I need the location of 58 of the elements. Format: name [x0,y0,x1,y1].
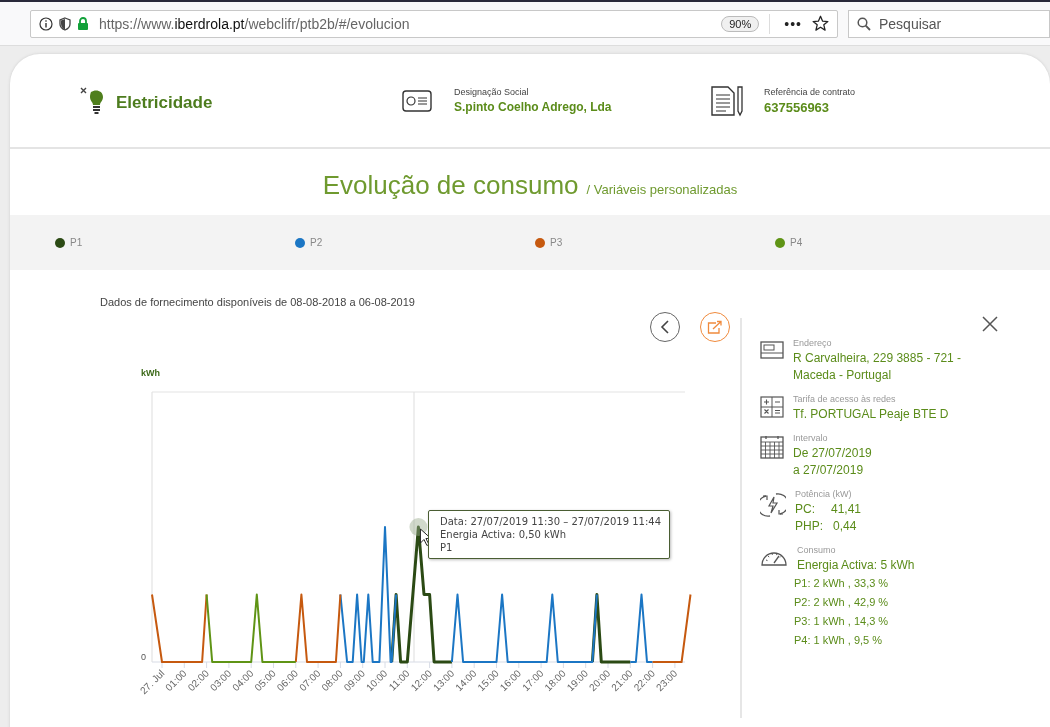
detail-value: a 27/07/2019 [793,462,865,479]
x-tick-label: 27. Jul [137,667,167,697]
detail-label: Intervalo [793,433,829,443]
url-text[interactable]: https://www.iberdrola.pt/webclifr/ptb2b/#/evolucion [99,15,716,32]
detail-label: Tarifa de acesso às redes [793,394,897,404]
tooltip-text: Energia Activa: 0,50 kWh [440,528,568,541]
tooltip-text: P1 [440,541,454,554]
period-breakdown: P2: 2 kWh , 42,9 % [794,595,890,610]
legend-label: P1 [70,237,83,248]
company-name: S.pinto Coelho Adrego, Lda [454,100,612,114]
tooltip-text: Data: 27/07/2019 11:30 – 27/07/2019 11:44 [440,515,662,528]
star-icon[interactable] [812,15,829,32]
legend-label: P4 [790,237,803,248]
detail-label: Consumo [797,545,837,555]
id-card-icon [402,89,432,112]
calculator-icon [760,396,784,418]
address-bar[interactable]: https://www.iberdrola.pt/webclifr/ptb2b/#/evolucion 90% ••• [30,9,838,38]
detail-value: 0,44 [833,518,857,535]
period-breakdown: P3: 1 kWh , 14,3 % [794,614,890,629]
supply-note: Dados de fornecimento disponíveis de 08-08-2018 a 06-08-2019 [100,296,415,310]
page-title: Evolução de consumo [322,169,579,201]
detail-name: PC: [795,501,816,518]
back-button[interactable] [650,312,680,342]
detail-value: De 27/07/2019 [793,445,872,462]
contract-label: Referência de contrato [764,86,856,97]
detail-label: Potência (kW) [795,489,853,499]
contract-number: 637556963 [764,99,831,115]
chevron-left-icon [660,320,670,334]
detail-value: 41,41 [831,501,862,518]
zoom-level[interactable]: 90% [721,15,760,32]
legend-label: P2 [310,237,323,248]
search-field[interactable]: Pesquisar [848,9,1050,38]
company-label: Designação Social [454,87,530,97]
lightning-cycle-icon [760,491,786,519]
share-icon [707,320,723,334]
info-icon[interactable] [39,16,53,31]
legend-label: P3 [550,237,563,248]
hover-point [409,518,428,536]
close-icon [982,316,998,332]
detail-value: Tf. PORTUGAL Peaje BTE D [793,406,949,423]
calendar-icon [760,435,784,459]
lock-icon[interactable] [77,16,89,31]
lightbulb-icon [80,85,106,116]
detail-label: Endereço [793,338,833,348]
period-breakdown: P4: 1 kWh , 9,5 % [794,633,884,648]
detail-value: R Carvalheira, 229 3885 - 721 - [793,350,962,367]
period-breakdown: P1: 2 kWh , 33,3 % [794,576,890,591]
detail-value: Energia Activa: 5 kWh [797,557,915,574]
y-axis-label: kWh [141,368,160,378]
page-actions-button[interactable]: ••• [780,15,806,32]
detail-name: PHP: [795,518,823,535]
page-subtitle: / Variáveis personalizadas [586,181,738,197]
y-tick-label: 0 [141,652,146,662]
product-title: Eletricidade [116,92,213,113]
address-card-icon [760,340,784,360]
document-pen-icon [710,84,744,117]
detail-value: Maceda - Portugal [793,367,893,384]
shield-icon[interactable] [59,16,71,31]
